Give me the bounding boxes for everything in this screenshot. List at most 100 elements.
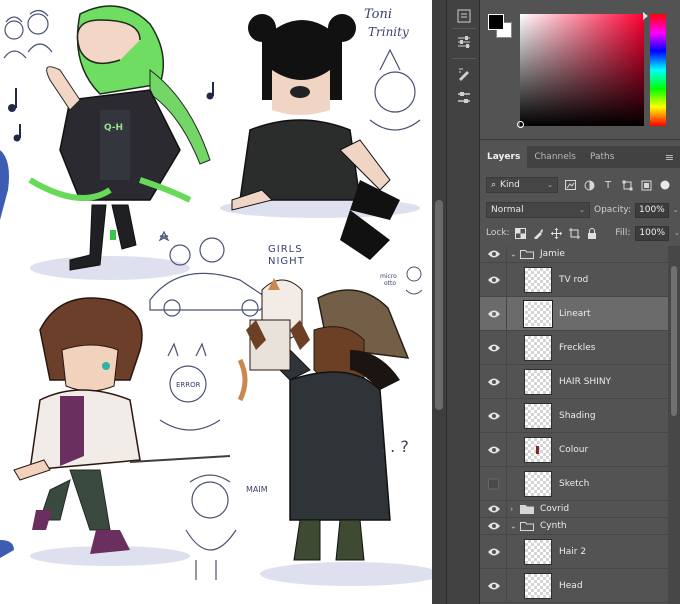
layer-sketch[interactable]: Sketch <box>480 467 668 501</box>
filter-pixel-icon[interactable] <box>563 178 577 192</box>
color-picker-panel <box>480 0 680 140</box>
eye-icon[interactable] <box>488 343 500 353</box>
foreground-color-swatch[interactable] <box>488 14 504 30</box>
eye-icon[interactable] <box>488 581 500 591</box>
lock-move-icon[interactable] <box>550 227 563 240</box>
layers-list[interactable]: ⌄ Jamie TV rod Lineart Freckles HAIR SHI… <box>480 246 668 604</box>
chevron-down-icon[interactable]: ⌄ <box>510 250 517 259</box>
canvas-text-question: . . ? <box>380 437 409 456</box>
hat-man-character <box>237 278 432 586</box>
brush-settings-icon[interactable] <box>454 64 474 84</box>
blend-mode-dropdown[interactable]: Normal ⌄ <box>486 202 590 218</box>
layer-freckles[interactable]: Freckles <box>480 331 668 365</box>
lock-label: Lock: <box>486 228 510 238</box>
layer-thumbnail <box>524 436 552 463</box>
eye-icon[interactable] <box>488 411 500 421</box>
lock-artboard-icon[interactable] <box>568 227 581 240</box>
lock-row: Lock: Fill: 100% ⌄ <box>480 223 680 243</box>
artwork: Q-H Toni Trinity GIRLS NIGHT micro otto … <box>0 5 432 586</box>
doodle-sketches-topleft <box>3 9 53 59</box>
layer-thumbnail <box>523 299 553 328</box>
chevron-down-icon[interactable]: ⌄ <box>510 522 517 531</box>
panel-menu-icon[interactable]: ≡ <box>665 146 674 168</box>
layer-hair-shiny[interactable]: HAIR SHINY <box>480 365 668 399</box>
eye-icon[interactable] <box>488 521 500 531</box>
hue-slider[interactable] <box>650 14 666 126</box>
color-cursor[interactable] <box>517 121 524 128</box>
lock-transparency-icon[interactable] <box>515 227 528 240</box>
right-panel: Layers Channels Paths ≡ ⌕ Kind ⌄ T Norma… <box>480 0 680 604</box>
canvas-text-toni: Toni <box>364 7 392 22</box>
panel-dock-strip <box>446 0 480 604</box>
panel-tabs: Layers Channels Paths ≡ <box>480 146 680 168</box>
green-hair-character: Q-H <box>28 5 211 280</box>
chevron-down-icon[interactable]: ⌄ <box>673 206 679 214</box>
layer-tv-rod[interactable]: TV rod <box>480 263 668 297</box>
layer-group-cynth[interactable]: ⌄ Cynth <box>480 518 668 535</box>
layer-name: Head <box>559 580 583 591</box>
layer-name: TV rod <box>559 274 589 285</box>
layer-thumbnail <box>524 266 552 293</box>
tab-paths[interactable]: Paths <box>583 146 621 168</box>
filter-kind-dropdown[interactable]: ⌕ Kind ⌄ <box>486 177 558 193</box>
layer-group-jamie[interactable]: ⌄ Jamie <box>480 246 668 263</box>
layer-thumbnail <box>524 572 552 599</box>
layer-thumbnail <box>524 470 552 497</box>
eye-icon[interactable] <box>488 547 500 557</box>
canvas-text-girls: GIRLS <box>268 244 303 255</box>
chevron-down-icon: ⌄ <box>579 206 585 214</box>
layer-name: Shading <box>559 410 596 421</box>
filter-type-icon[interactable]: T <box>601 178 615 192</box>
chevron-down-icon[interactable]: ⌄ <box>674 229 680 237</box>
layer-name: Colour <box>559 444 589 455</box>
eye-icon[interactable] <box>488 309 500 319</box>
layer-name: Hair 2 <box>559 546 587 557</box>
tab-layers[interactable]: Layers <box>480 146 528 168</box>
adjustments-icon[interactable] <box>454 32 474 52</box>
layer-thumbnail <box>524 334 552 361</box>
layer-hair-2[interactable]: Hair 2 <box>480 535 668 569</box>
saturation-brightness-field[interactable] <box>520 14 644 126</box>
eye-icon[interactable] <box>488 249 500 259</box>
document-canvas[interactable]: Q-H Toni Trinity GIRLS NIGHT micro otto … <box>0 0 432 604</box>
canvas-scrollbar-thumb[interactable] <box>435 200 443 410</box>
layer-thumbnail <box>524 402 552 429</box>
filter-adjustment-icon[interactable] <box>582 178 596 192</box>
opacity-field[interactable]: 100% <box>635 202 669 218</box>
svg-text:Q-H: Q-H <box>104 123 123 133</box>
properties-icon[interactable] <box>454 88 474 108</box>
brown-hair-character <box>13 297 231 566</box>
filter-toggle-icon[interactable] <box>658 178 672 192</box>
layers-scrollbar-thumb[interactable] <box>671 266 677 416</box>
layers-scrollbar[interactable] <box>668 246 680 604</box>
blend-mode-label: Normal <box>491 205 524 215</box>
folder-icon <box>520 250 534 259</box>
visibility-toggle[interactable] <box>488 478 499 489</box>
tab-channels[interactable]: Channels <box>527 146 583 168</box>
layer-head[interactable]: Head <box>480 569 668 603</box>
canvas-scrollbar[interactable] <box>432 0 446 604</box>
layer-shading[interactable]: Shading <box>480 399 668 433</box>
layer-lineart[interactable]: Lineart <box>480 297 668 331</box>
eye-icon[interactable] <box>488 445 500 455</box>
lock-brush-icon[interactable] <box>532 227 545 240</box>
eye-icon[interactable] <box>488 377 500 387</box>
filter-smart-object-icon[interactable] <box>639 178 653 192</box>
filter-shape-icon[interactable] <box>620 178 634 192</box>
layer-group-covrid[interactable]: › Covrid <box>480 501 668 518</box>
layer-name: Freckles <box>559 342 596 353</box>
eye-icon[interactable] <box>488 504 500 514</box>
layer-name: Jamie <box>540 249 565 259</box>
layer-colour[interactable]: Colour <box>480 433 668 467</box>
chevron-right-icon[interactable]: › <box>510 505 513 514</box>
hue-slider-marker[interactable] <box>643 12 648 20</box>
canvas-text-error: ERROR <box>176 381 201 389</box>
eye-icon[interactable] <box>488 275 500 285</box>
filter-kind-label: Kind <box>500 180 520 190</box>
fill-field[interactable]: 100% <box>635 225 670 241</box>
layer-thumbnail <box>524 538 552 565</box>
canvas-text-otto: otto <box>384 280 396 287</box>
history-icon[interactable] <box>454 6 474 26</box>
doodle-maim-sketch <box>185 474 237 580</box>
lock-all-icon[interactable] <box>586 227 599 240</box>
